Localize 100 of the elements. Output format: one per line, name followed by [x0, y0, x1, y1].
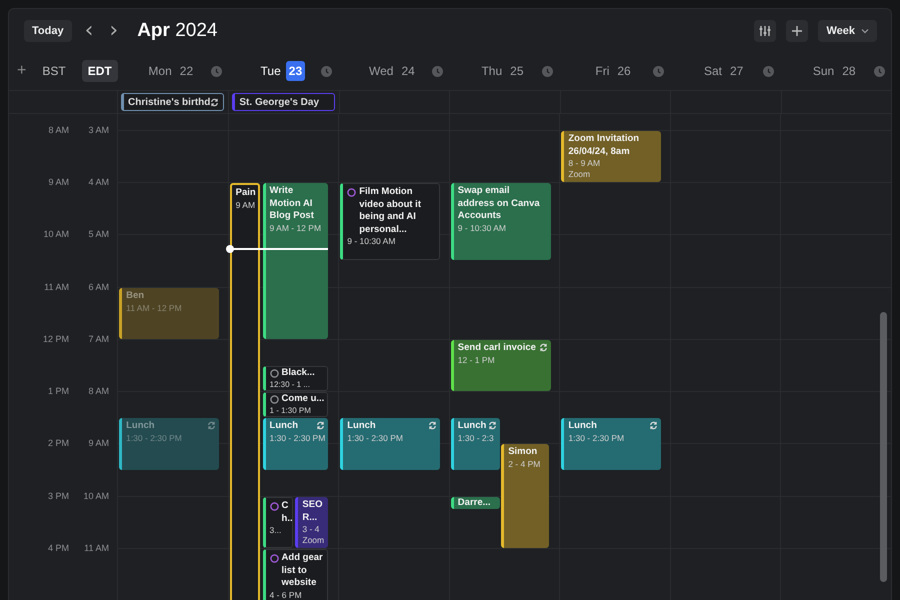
event-title: Lunch — [347, 420, 377, 432]
hour-label: 5 AM — [87, 229, 109, 240]
view-dropdown[interactable]: Week — [818, 20, 877, 42]
add-button[interactable] — [786, 20, 808, 42]
task-circle-icon[interactable] — [347, 188, 356, 197]
clock-icon[interactable] — [763, 66, 774, 76]
hour-label: 4 AM — [87, 176, 109, 187]
event-title: Christine's birthd — [128, 96, 210, 108]
weekday-label: Wed — [369, 64, 394, 78]
event-card[interactable]: Lunch 1:30 - 2:30 PM — [561, 418, 662, 470]
event-card[interactable]: Film Motion video about it being and AI personal... 9 - 10:30 AM — [340, 183, 440, 260]
day-header[interactable]: Fri 26 — [559, 52, 670, 90]
task-circle-icon[interactable] — [270, 369, 279, 378]
sliders-icon — [759, 24, 772, 36]
event-card[interactable]: Lunch 1:30 - 2:30 PM — [119, 418, 219, 470]
event-time: 3... — [270, 525, 282, 536]
event-title: C h.. — [282, 500, 292, 525]
day-header[interactable]: Thu 25 — [448, 52, 560, 90]
hour-label: 9 AM — [87, 438, 109, 448]
event-title: Send carl invoice — [458, 342, 537, 354]
event-location: Zoom — [302, 535, 324, 546]
event-time: 1:30 - 2:30 PM — [568, 432, 624, 444]
date-label: 23 — [286, 61, 306, 81]
event-time: 8 - 9 AM — [568, 158, 600, 169]
event-card[interactable]: C h.. 3... — [262, 497, 294, 548]
event-title: Write Motion AI Blog Post — [270, 185, 315, 222]
today-button[interactable]: Today — [24, 20, 72, 42]
date-label: 25 — [509, 63, 525, 80]
event-title: Film Motion video about it being and AI personal... — [359, 186, 422, 236]
day-header[interactable]: Sun 28 — [780, 52, 891, 90]
event-card[interactable]: Come u... 1 - 1:30 PM — [262, 392, 328, 417]
event-card[interactable]: Add gear list to website 4 - 6 PM — [262, 549, 328, 600]
event-time: 1 - 1:30 PM — [270, 406, 311, 416]
previous-button[interactable]: ‹ — [82, 20, 96, 42]
event-time: 2 - 4 PM — [508, 458, 540, 470]
plus-icon — [791, 24, 804, 36]
event-card[interactable]: Lunch 1:30 - 2:3 — [450, 418, 500, 470]
task-circle-icon[interactable] — [270, 395, 279, 404]
all-day-event[interactable]: Christine's birthd — [121, 93, 224, 111]
event-time: 9 - 10:30 AM — [347, 236, 396, 247]
day-header[interactable]: Wed 24 — [338, 52, 449, 90]
event-card[interactable]: Send carl invoice 12 - 1 PM — [450, 340, 550, 391]
event-card[interactable]: Lunch 1:30 - 2:30 PM — [340, 418, 440, 470]
weekday-label: Tue — [260, 64, 281, 78]
hour-label: 6 AM — [87, 282, 109, 292]
add-timezone-button[interactable]: + — [17, 62, 26, 80]
clock-icon[interactable] — [874, 66, 885, 76]
event-title: Simon — [508, 446, 538, 458]
all-day-event[interactable]: St. George's Day — [232, 93, 335, 111]
weekday-label: Thu — [481, 64, 502, 78]
hour-label: 9 AM — [47, 176, 69, 187]
weekday-label: Fri — [595, 64, 610, 78]
hour-label: 11 AM — [83, 543, 109, 554]
hour-label: 10 AM — [42, 229, 69, 240]
event-card[interactable]: Zoom Invitation 26/04/24, 8am 8 - 9 AM Zoom — [561, 131, 662, 182]
event-time: 9 - 10:30 AM — [458, 222, 506, 234]
event-title: Lunch — [458, 420, 488, 432]
task-circle-icon[interactable] — [270, 502, 279, 511]
event-card[interactable]: Ben 11 AM - 12 PM — [119, 288, 219, 339]
hour-label: 3 AM — [87, 124, 109, 135]
chevron-down-icon — [861, 28, 869, 34]
day-header[interactable]: Mon 22 — [117, 52, 228, 90]
clock-icon[interactable] — [652, 66, 664, 76]
event-time: 3 - 4 — [302, 524, 320, 535]
clock-icon[interactable] — [542, 66, 554, 76]
event-time: 9 AM — [236, 200, 256, 210]
event-card[interactable]: Simon 2 - 4 PM — [501, 444, 550, 548]
event-title: Swap email address on Canva Accounts — [458, 185, 541, 222]
hour-label: 4 PM — [46, 543, 69, 554]
clock-icon[interactable] — [210, 66, 222, 76]
event-card[interactable]: Pain 9 AM — [230, 183, 260, 600]
event-title: Lunch — [270, 420, 300, 432]
event-time: 4 - 6 PM — [270, 590, 302, 600]
timezone-button[interactable]: EDT — [82, 60, 118, 82]
next-button[interactable]: › — [106, 20, 122, 42]
event-card[interactable]: Write Motion AI Blog Post 9 AM - 12 PM — [262, 183, 328, 339]
event-time: 1:30 - 2:30 PM — [347, 432, 403, 444]
event-card[interactable]: SEO R... 3 - 4 Zoom — [295, 497, 328, 548]
event-title: SEO R... — [302, 499, 324, 524]
event-title: Black... — [282, 367, 315, 380]
timezone-button[interactable]: BST — [36, 60, 72, 82]
task-circle-icon[interactable] — [270, 554, 279, 563]
date-label: 27 — [728, 63, 744, 80]
event-card[interactable]: Lunch 1:30 - 2:30 PM — [262, 418, 328, 470]
filter-button[interactable] — [754, 20, 776, 42]
event-title: Pain — [236, 187, 256, 200]
day-header[interactable]: Sat 27 — [670, 52, 780, 90]
scrollbar[interactable] — [880, 312, 887, 582]
clock-icon[interactable] — [321, 66, 332, 76]
clock-icon[interactable] — [432, 66, 443, 76]
event-title: Come u... — [282, 393, 324, 406]
date-label: 28 — [841, 63, 857, 80]
event-card[interactable]: Swap email address on Canva Accounts 9 - 10:30 AM — [450, 183, 550, 260]
event-card[interactable]: Black... 12:30 - 1 ... — [262, 366, 328, 391]
hour-label: 11 AM — [43, 282, 69, 292]
day-header[interactable]: Tue 23 — [228, 52, 338, 90]
event-time: 9 AM - 12 PM — [270, 222, 322, 234]
event-card[interactable]: Darre... — [450, 497, 500, 509]
event-title: Lunch — [126, 420, 156, 432]
hour-label: 2 PM — [46, 438, 69, 448]
